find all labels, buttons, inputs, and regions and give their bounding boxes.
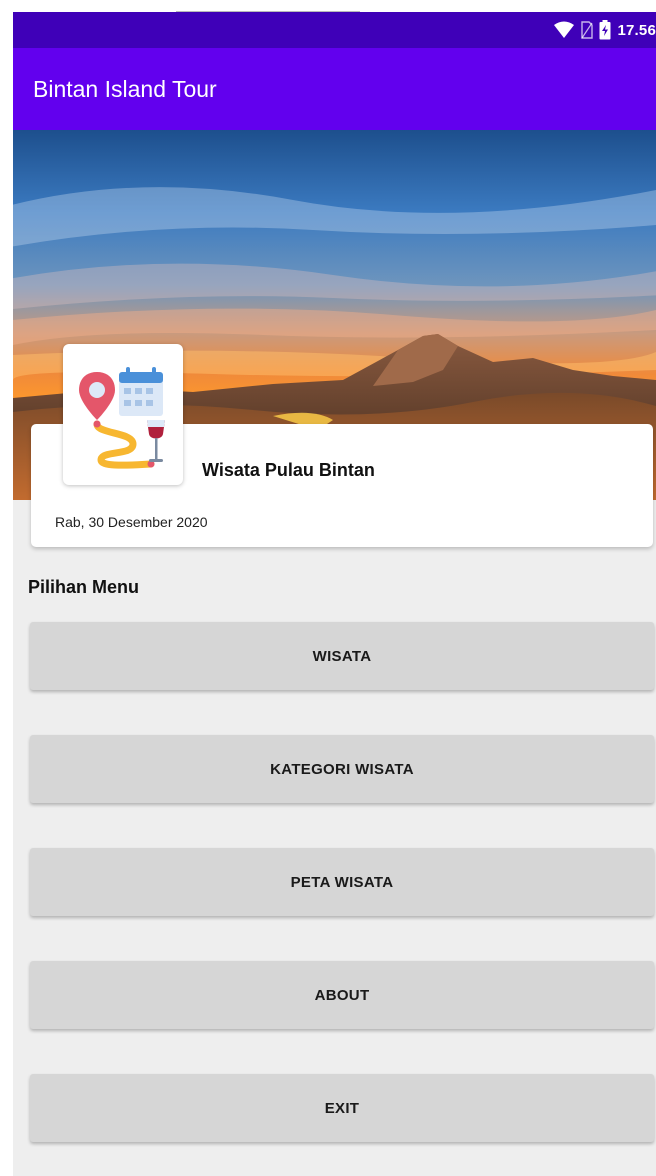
menu-section-label: Pilihan Menu (28, 577, 140, 597)
device-top-bezel (0, 0, 656, 13)
travel-route-icon (79, 367, 165, 469)
battery-charging-icon (599, 20, 611, 40)
app-title: Bintan Island Tour (33, 76, 217, 102)
card-date: Rab, 30 Desember 2020 (55, 514, 208, 530)
status-bar: 17.56 (13, 12, 656, 48)
exit-button[interactable]: EXIT (30, 1074, 654, 1142)
device-left-bezel (0, 12, 13, 1176)
phone-screen: 17.56 Bintan Island Tour Wisata Pulau Bi… (13, 12, 656, 1176)
wifi-icon (553, 21, 575, 39)
status-time: 17.56 (617, 21, 656, 39)
peta-wisata-button[interactable]: PETA WISATA (30, 848, 654, 916)
about-button[interactable]: ABOUT (30, 961, 654, 1029)
wisata-button[interactable]: WISATA (30, 622, 654, 690)
app-bar: Bintan Island Tour (13, 48, 656, 130)
status-icons: 17.56 (553, 20, 656, 40)
no-sim-icon (581, 21, 594, 39)
kategori-wisata-button[interactable]: KATEGORI WISATA (30, 735, 654, 803)
app-logo (63, 344, 183, 485)
card-title: Wisata Pulau Bintan (202, 460, 375, 480)
